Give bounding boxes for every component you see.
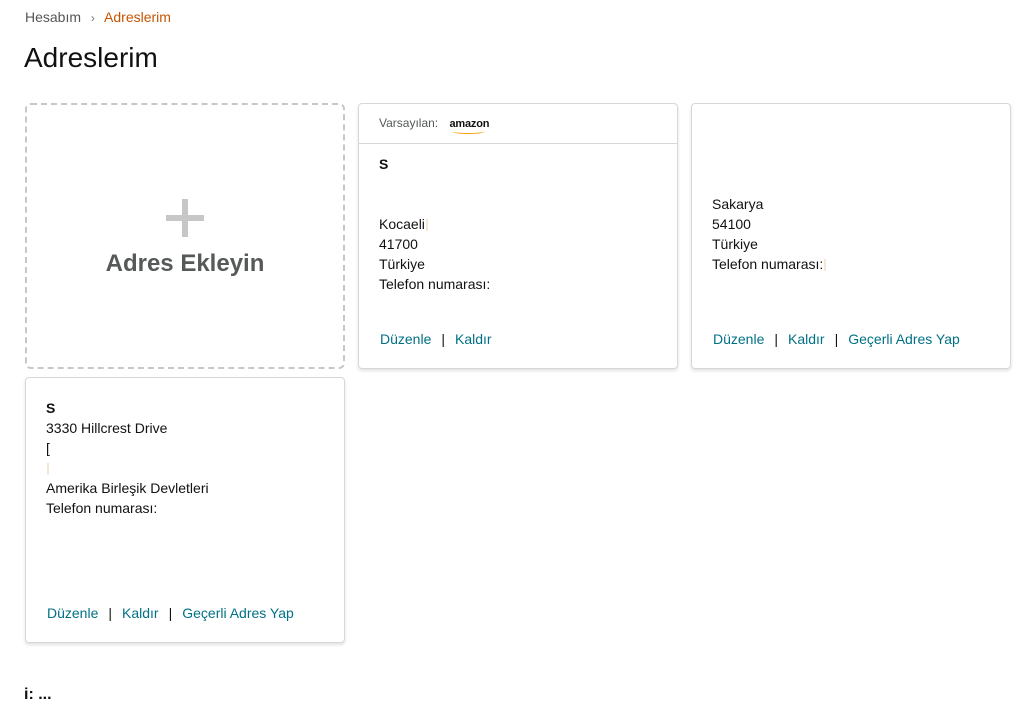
next-section-heading-fragment: i: ...: [24, 686, 52, 703]
edit-link[interactable]: Düzenle: [47, 605, 98, 621]
redacted-mark: [824, 259, 827, 272]
address-line: [46, 458, 209, 478]
address-card-default: Varsayılan: amazon S Kocaeli 41700 Türki…: [358, 103, 678, 369]
breadcrumb-separator: ›: [90, 11, 95, 25]
remove-link[interactable]: Kaldır: [455, 331, 492, 347]
address-name: S: [379, 156, 389, 172]
breadcrumb-current: Adreslerim: [104, 9, 171, 25]
redacted-mark: [425, 219, 428, 232]
address-phone: Telefon numarası:: [46, 500, 158, 516]
address-actions: Düzenle | Kaldır | Geçerli Adres Yap: [713, 331, 960, 347]
remove-link[interactable]: Kaldır: [788, 331, 825, 347]
address-line: [379, 194, 490, 214]
edit-link[interactable]: Düzenle: [380, 331, 431, 347]
page-title: Adreslerim: [24, 42, 158, 73]
address-body: S Kocaeli 41700 Türkiye Telefon numarası…: [379, 154, 490, 294]
address-name: [712, 154, 826, 174]
add-address-label: Adres Ekleyin: [105, 250, 265, 277]
address-actions: Düzenle | Kaldır: [380, 331, 492, 347]
breadcrumb-hesabim-link[interactable]: Hesabım: [25, 9, 81, 25]
address-line: 41700: [379, 236, 418, 252]
breadcrumb: Hesabım › Adreslerim: [25, 9, 171, 25]
address-line: Amerika Birleşik Devletleri: [46, 480, 209, 496]
address-line: [: [46, 440, 50, 456]
address-card-3: S 3330 Hillcrest Drive [ Amerika Birleşi…: [25, 377, 345, 643]
address-body: S 3330 Hillcrest Drive [ Amerika Birleşi…: [46, 398, 209, 518]
default-address-header: Varsayılan: amazon: [359, 104, 677, 144]
address-line: Türkiye: [712, 236, 758, 252]
amazon-logo-icon: amazon: [449, 118, 489, 134]
address-name: S: [46, 400, 56, 416]
default-label: Varsayılan:: [379, 116, 439, 130]
address-line: [712, 174, 826, 194]
address-line: Kocaeli: [379, 214, 490, 234]
address-phone: Telefon numarası:: [379, 276, 491, 292]
add-address-card[interactable]: Adres Ekleyin: [25, 103, 345, 369]
edit-link[interactable]: Düzenle: [713, 331, 764, 347]
address-actions: Düzenle | Kaldır | Geçerli Adres Yap: [47, 605, 294, 621]
address-card-2: Sakarya 54100 Türkiye Telefon numarası: …: [691, 103, 1011, 369]
set-default-link[interactable]: Geçerli Adres Yap: [182, 605, 294, 621]
address-line: Türkiye: [379, 256, 425, 272]
address-body: Sakarya 54100 Türkiye Telefon numarası:: [712, 154, 827, 274]
address-phone: Telefon numarası:: [712, 254, 827, 274]
remove-link[interactable]: Kaldır: [122, 605, 159, 621]
plus-icon: [166, 199, 204, 237]
address-line: [379, 174, 490, 194]
redacted-mark: [47, 463, 49, 476]
address-line: 3330 Hillcrest Drive: [46, 420, 168, 436]
address-line: 54100: [712, 216, 751, 232]
set-default-link[interactable]: Geçerli Adres Yap: [848, 331, 960, 347]
address-line: Sakarya: [712, 196, 764, 212]
